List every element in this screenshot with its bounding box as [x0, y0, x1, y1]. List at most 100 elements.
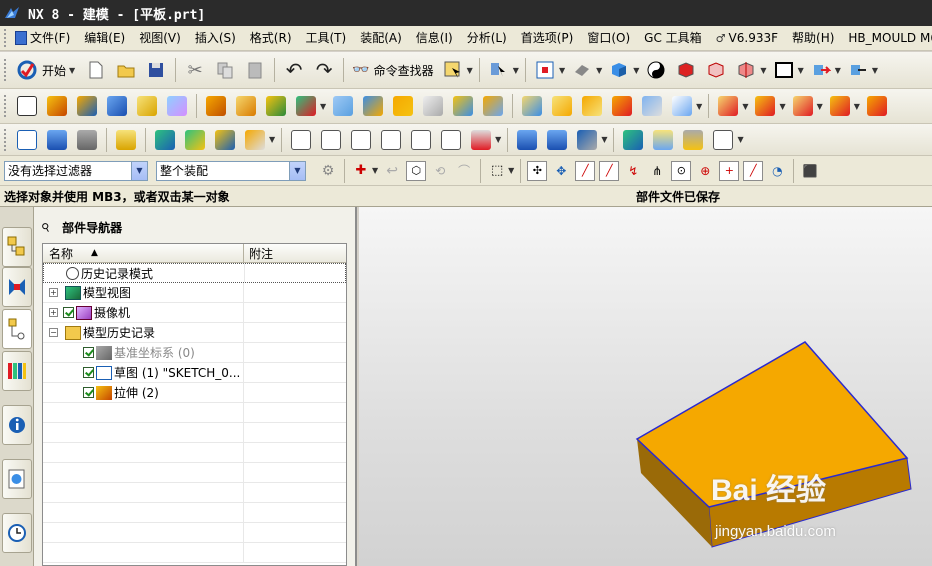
open-file-button[interactable]	[113, 57, 139, 83]
chevron-down-icon[interactable]: ▼	[131, 161, 147, 180]
shaded-view-button[interactable]	[606, 57, 632, 83]
chevron-down-icon[interactable]: ▼	[596, 66, 602, 75]
scope-filter-select[interactable]: 整个装配 ▼	[156, 160, 306, 181]
visibility-checkbox[interactable]	[83, 367, 94, 378]
offset-region-button[interactable]	[827, 93, 853, 119]
point-on-face-snap-button[interactable]: ◔	[767, 161, 787, 181]
chevron-down-icon[interactable]: ▼	[633, 66, 639, 75]
curve-select-button[interactable]: ⌒	[454, 161, 474, 181]
chevron-down-icon[interactable]: ▼	[798, 66, 804, 75]
chevron-down-icon[interactable]: ▼	[289, 161, 305, 180]
menu-item-0[interactable]: 文件(F)	[8, 26, 77, 51]
snap-point-button[interactable]: ✣	[527, 160, 548, 181]
chevron-down-icon[interactable]: ▼	[601, 135, 607, 144]
offset-face-button[interactable]	[420, 93, 446, 119]
expand-icon[interactable]: +	[49, 288, 58, 297]
tree-row[interactable]: 拉伸 (2)	[43, 383, 346, 403]
resource-tab-reuse-library[interactable]	[2, 351, 32, 391]
command-finder-button[interactable]: 👓 命令查找器	[348, 57, 437, 83]
undo-button[interactable]: ↶	[281, 57, 307, 83]
coordinate-button[interactable]	[710, 127, 736, 153]
toolbar-grip[interactable]	[4, 59, 8, 81]
tree-row[interactable]: + 模型视图	[43, 283, 346, 303]
redo-button[interactable]: ↷	[311, 57, 337, 83]
unite-button[interactable]	[330, 93, 356, 119]
filter-settings-button[interactable]: ⚙	[318, 161, 338, 181]
layer-tools-button[interactable]	[845, 57, 871, 83]
chevron-down-icon[interactable]: ▼	[372, 166, 378, 175]
abd-check-button[interactable]	[242, 127, 268, 153]
arc-center-snap-button[interactable]: ⊙	[671, 160, 692, 181]
chevron-down-icon[interactable]: ▼	[696, 102, 702, 111]
save-button[interactable]	[143, 57, 169, 83]
undo-selection-button[interactable]: ↩	[382, 161, 402, 181]
menu-item-1[interactable]: 编辑(E)	[77, 26, 132, 51]
chevron-down-icon[interactable]: ▼	[467, 66, 473, 75]
through-mesh-button[interactable]	[318, 127, 344, 153]
extrude-button[interactable]	[44, 93, 70, 119]
quadrant-snap-button[interactable]: ⊕	[695, 161, 715, 181]
chamfer-button[interactable]	[549, 93, 575, 119]
column-header-name[interactable]: 名称 ▲	[43, 244, 244, 262]
chevron-down-icon[interactable]: ▼	[742, 102, 748, 111]
oh-check-button[interactable]	[438, 127, 464, 153]
visibility-checkbox[interactable]	[63, 307, 74, 318]
chevron-down-icon[interactable]: ▼	[817, 102, 823, 111]
new-file-button[interactable]	[83, 57, 109, 83]
menu-item-12[interactable]: ♂ V6.933F	[709, 26, 785, 51]
tree-row[interactable]: + 摄像机	[43, 303, 346, 323]
resource-tab-assembly-navigator[interactable]	[2, 227, 32, 267]
chevron-down-icon[interactable]: ▼	[559, 66, 565, 75]
revolve-button[interactable]	[74, 93, 100, 119]
menu-item-13[interactable]: 帮助(H)	[785, 26, 841, 51]
edge-blend-button[interactable]	[519, 93, 545, 119]
visibility-checkbox[interactable]	[83, 387, 94, 398]
clip-view-button[interactable]	[733, 57, 759, 83]
cube-snap-button[interactable]: ⬛	[800, 161, 820, 181]
midpoint-snap-button[interactable]: ╱	[599, 160, 620, 181]
fit-view-button[interactable]	[532, 57, 558, 83]
move-face-button[interactable]	[715, 93, 741, 119]
menu-item-14[interactable]: HB_MOULD M6.6	[841, 26, 932, 51]
datum-plane-button[interactable]	[293, 93, 319, 119]
shell-button[interactable]	[450, 93, 476, 119]
menu-item-11[interactable]: GC 工具箱	[637, 26, 709, 51]
chevron-down-icon[interactable]: ▼	[269, 135, 275, 144]
menu-item-9[interactable]: 首选项(P)	[514, 26, 581, 51]
layer-settings-button[interactable]	[44, 127, 70, 153]
existing-point-snap-button[interactable]: +	[719, 160, 740, 181]
resize-button[interactable]	[864, 93, 890, 119]
datum-button[interactable]	[263, 93, 289, 119]
expand-icon[interactable]: +	[49, 308, 58, 317]
cut-button[interactable]: ✂	[182, 57, 208, 83]
pattern-button[interactable]	[480, 93, 506, 119]
menu-item-6[interactable]: 装配(A)	[353, 26, 409, 51]
expression-button[interactable]	[182, 127, 208, 153]
gs-check-button[interactable]	[348, 127, 374, 153]
type-filter-select[interactable]: 没有选择过滤器 ▼	[4, 160, 148, 181]
feature-select-button[interactable]: ⟲	[430, 161, 450, 181]
legend-button[interactable]	[468, 127, 494, 153]
column-header-note[interactable]: 附注	[244, 244, 273, 262]
resource-tab-constraint-navigator[interactable]	[2, 267, 32, 307]
menu-item-3[interactable]: 插入(S)	[188, 26, 243, 51]
menu-item-4[interactable]: 格式(R)	[243, 26, 299, 51]
collapse-icon[interactable]: −	[49, 328, 58, 337]
select-tool-button[interactable]	[440, 57, 466, 83]
tree-row[interactable]: − 模型历史记录	[43, 323, 346, 343]
spreadsheet-button[interactable]	[212, 127, 238, 153]
select-all-button[interactable]: ✚	[351, 161, 371, 181]
chevron-down-icon[interactable]: ▼	[320, 102, 326, 111]
control-point-snap-button[interactable]: ↯	[623, 161, 643, 181]
replace-face-button[interactable]	[752, 93, 778, 119]
visibility-checkbox[interactable]	[83, 347, 94, 358]
resource-tab-part-navigator[interactable]	[2, 309, 32, 349]
part-family-button[interactable]	[152, 127, 178, 153]
sketch-button[interactable]	[14, 93, 40, 119]
point-on-curve-snap-button[interactable]: ╱	[743, 160, 764, 181]
trim-button[interactable]	[360, 93, 386, 119]
resource-tab-web-browser[interactable]	[2, 459, 32, 499]
menu-item-10[interactable]: 窗口(O)	[580, 26, 637, 51]
chevron-down-icon[interactable]: ▼	[737, 135, 743, 144]
menu-item-5[interactable]: 工具(T)	[299, 26, 354, 51]
